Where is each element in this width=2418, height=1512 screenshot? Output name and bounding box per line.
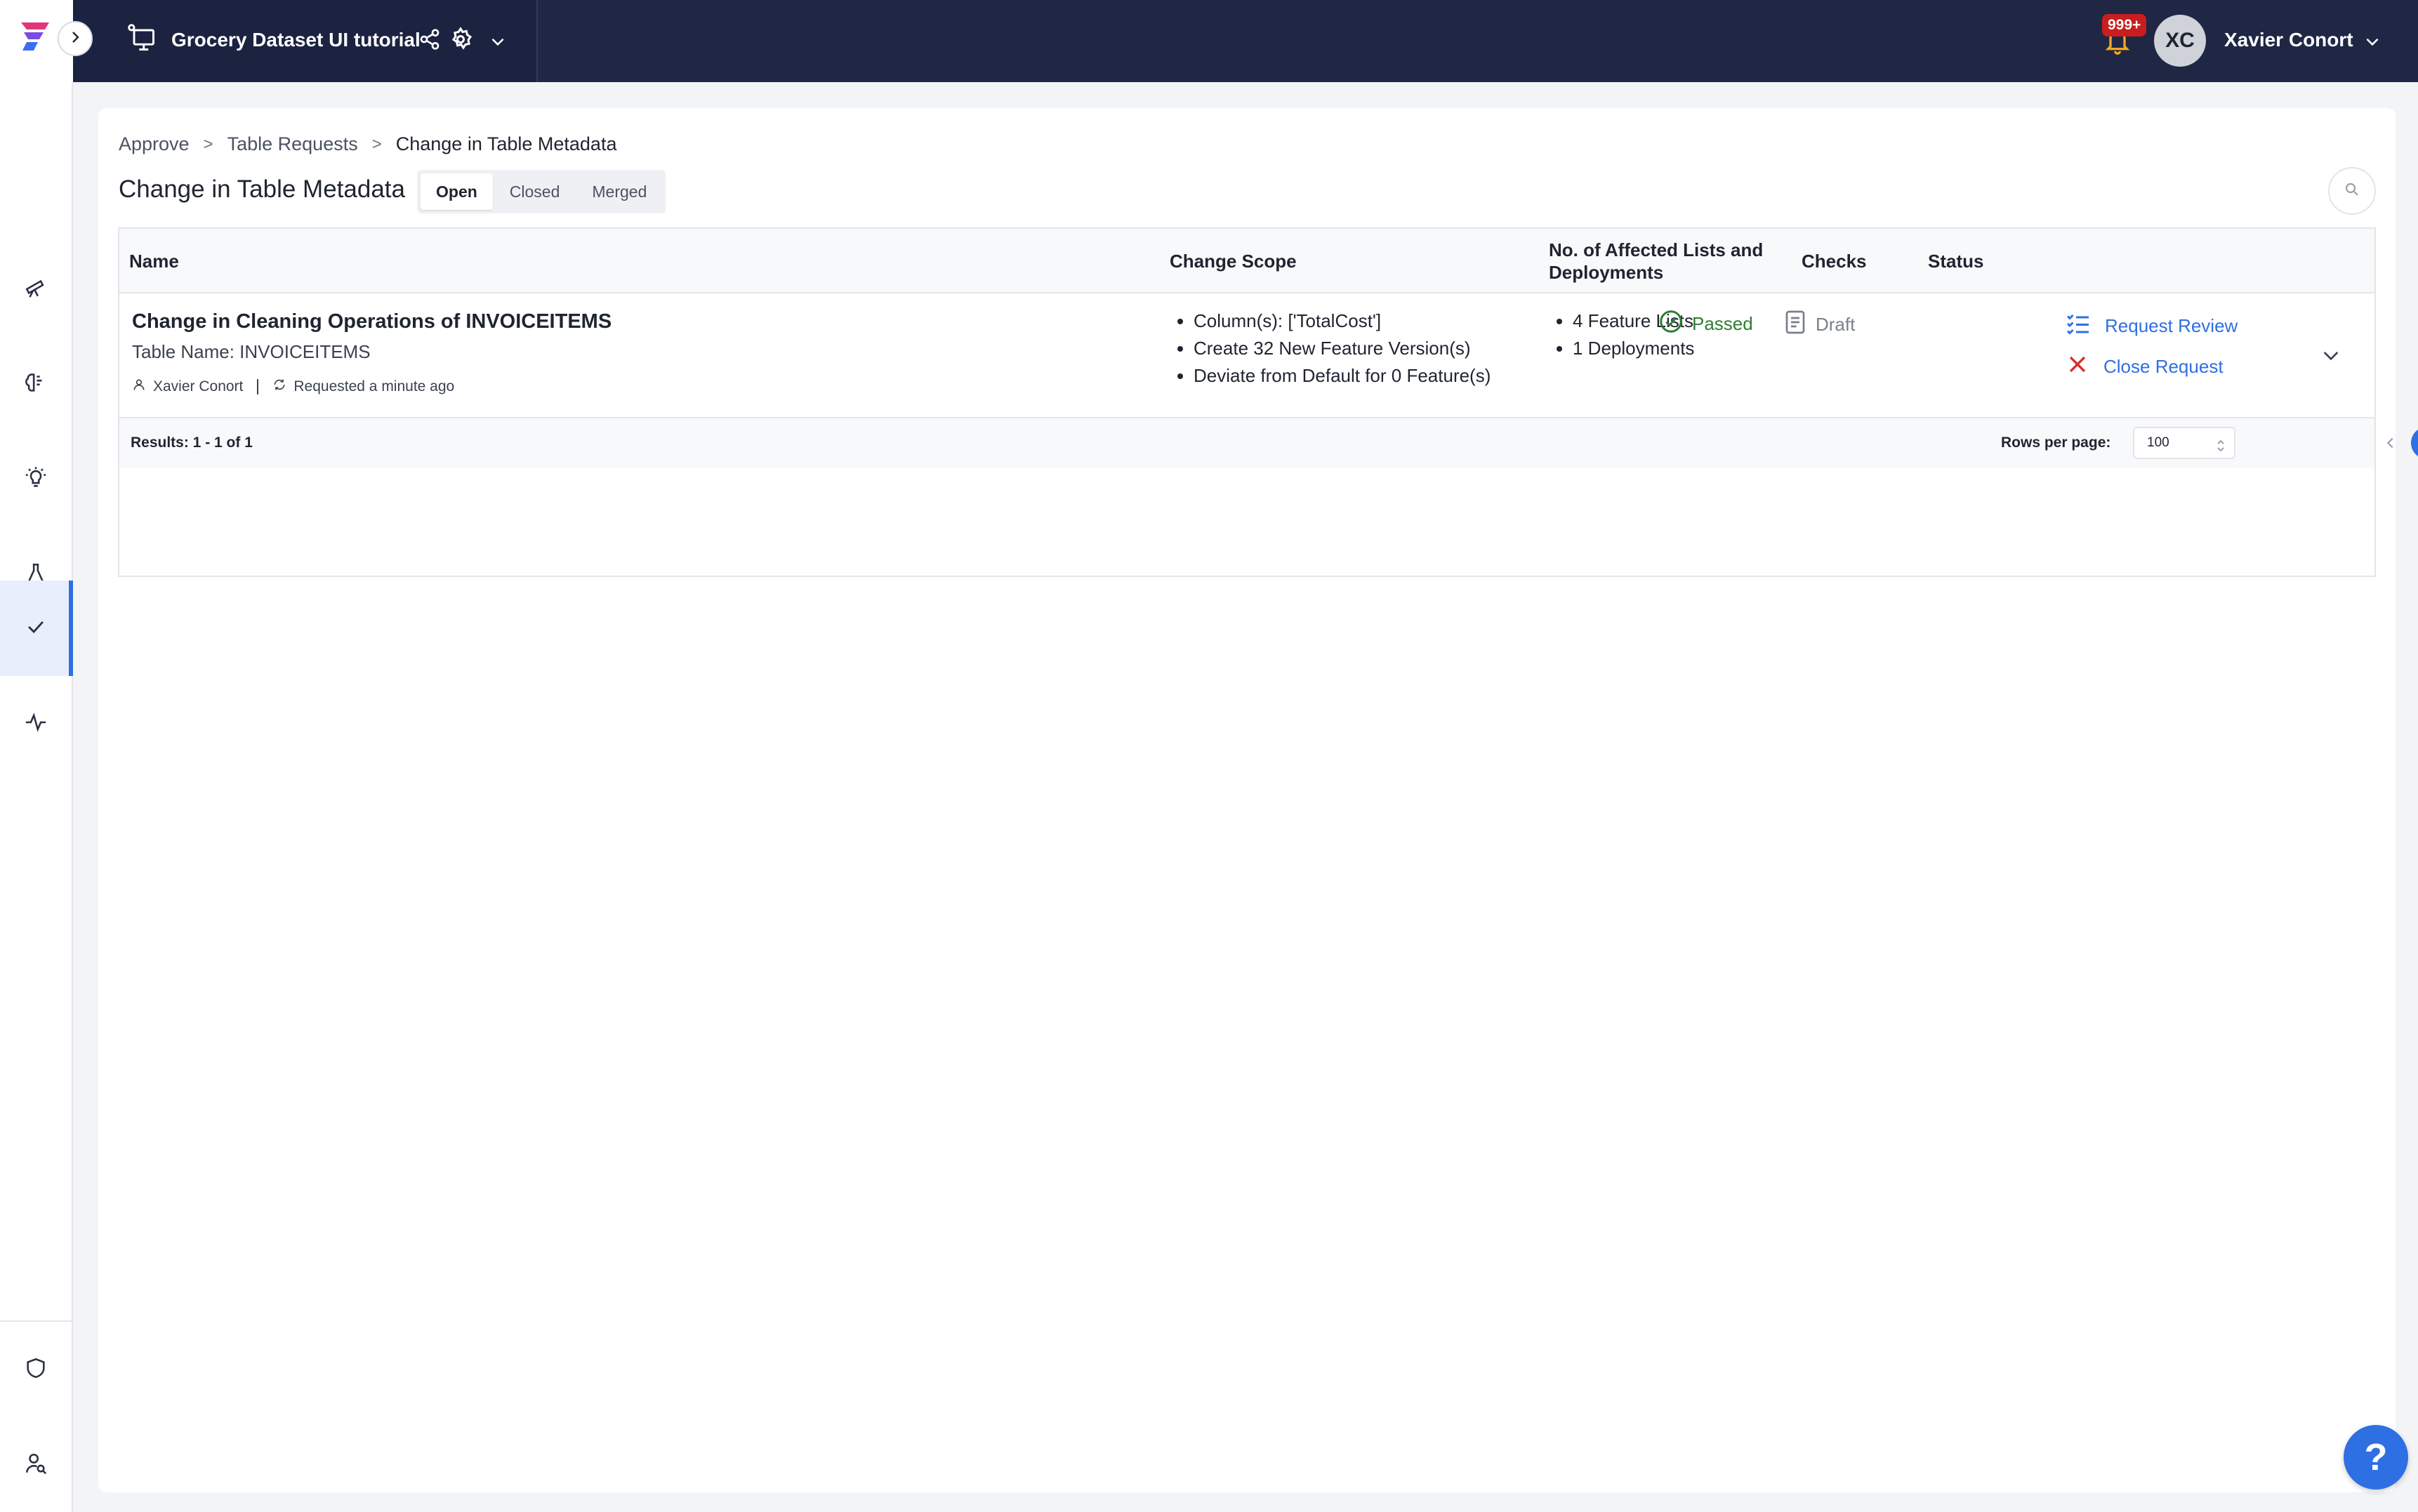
top-bar: Grocery Dataset UI tutorial 999+ XC Xavi… [0,0,2418,82]
status-label: Draft [1816,314,1856,335]
close-request-button[interactable]: Close Request [2066,352,2224,381]
user-name[interactable]: Xavier Conort [2224,0,2353,79]
breadcrumb-separator: > [203,134,213,154]
content-card: Approve > Table Requests > Change in Tab… [98,108,2418,1492]
meta-divider [257,379,259,394]
sidebar-item-approve[interactable] [0,581,73,676]
column-header-checks[interactable]: Checks [1802,250,1867,272]
notification-badge: 999+ [2102,14,2147,37]
brain-icon [24,371,48,398]
project-title: Grocery Dataset UI tutorial [171,29,421,51]
sidebar [0,82,73,1512]
column-header-change-scope[interactable]: Change Scope [1170,250,1297,272]
checks-label: Passed [1692,313,1753,334]
table-row[interactable]: Change in Cleaning Operations of INVOICE… [119,293,2374,418]
results-count: Results: 1 - 1 of 1 [131,435,253,451]
user-icon [132,378,146,396]
project-selector[interactable]: Grocery Dataset UI tutorial [73,0,538,82]
chevron-down-icon[interactable] [2363,32,2381,54]
chevron-down-icon[interactable] [489,32,507,54]
requested-time: Requested a minute ago [293,378,455,394]
request-name[interactable]: Change in Cleaning Operations of INVOICE… [132,310,612,333]
breadcrumb-item-table-requests[interactable]: Table Requests [227,133,358,155]
document-icon [1785,309,1806,340]
request-review-button[interactable]: Request Review [2066,312,2238,340]
share-icon[interactable] [418,28,441,54]
page-title: Change in Table Metadata [119,175,405,203]
requester-name: Xavier Conort [153,378,244,394]
checkmark-icon [24,615,48,642]
close-request-label: Close Request [2103,356,2224,377]
list-item: Deviate from Default for 0 Feature(s) [1194,362,1491,390]
monitor-icon [126,22,157,57]
lightbulb-icon [24,466,48,493]
help-button[interactable]: ? [2344,1425,2408,1490]
breadcrumb-separator: > [371,134,382,154]
request-status: Draft [1785,309,1855,340]
featurebyte-logo-icon[interactable] [15,17,55,60]
requests-table: Name Change Scope No. of Affected Lists … [118,227,2418,577]
column-header-affected[interactable]: No. of Affected Lists and Deployments [1549,239,1781,284]
breadcrumb: Approve > Table Requests > Change in Tab… [119,133,616,155]
checklist-icon [2066,312,2091,340]
activity-icon [24,710,48,738]
column-header-status[interactable]: Status [1928,250,1983,272]
tab-closed[interactable]: Closed [494,173,576,210]
check-circle-icon [1658,309,1684,339]
list-item: Create 32 New Feature Version(s) [1194,335,1491,362]
chevron-down-icon[interactable] [2320,344,2342,370]
table-header: Name Change Scope No. of Affected Lists … [119,229,2374,293]
request-meta: Xavier Conort Requested a minute ago [132,378,454,396]
tab-merged[interactable]: Merged [576,173,662,210]
sidebar-item-create[interactable] [0,336,72,432]
refresh-icon [272,378,286,396]
chevron-left-icon[interactable] [2383,434,2398,456]
telescope-icon [24,275,48,303]
sidebar-item-admin[interactable] [0,1322,72,1417]
rows-per-page-value: 100 [2147,435,2169,450]
rows-per-page-select[interactable]: 100 [2133,427,2235,459]
avatar[interactable]: XC [2154,15,2206,67]
column-header-name[interactable]: Name [129,250,179,272]
breadcrumb-item-approve[interactable]: Approve [119,133,190,155]
request-review-label: Request Review [2105,315,2238,336]
request-table-name: Table Name: INVOICEITEMS [132,341,371,362]
search-button[interactable] [2328,167,2376,215]
chevron-right-icon [67,29,84,49]
tab-open[interactable]: Open [421,173,493,210]
sidebar-item-discover[interactable] [0,241,72,336]
change-scope-list: Column(s): ['TotalCost'] Create 32 New F… [1168,307,1491,390]
user-search-icon [24,1452,48,1479]
close-icon [2066,352,2089,381]
table-footer: Results: 1 - 1 of 1 Rows per page: 100 1 [119,418,2418,467]
page-number-button[interactable]: 1 [2411,427,2418,459]
status-tabs: Open Closed Merged [417,170,666,213]
rows-per-page-label: Rows per page: [2001,435,2111,451]
search-icon [2344,181,2360,201]
shield-icon [24,1356,48,1384]
breadcrumb-item-current: Change in Table Metadata [395,133,617,154]
sidebar-item-users[interactable] [0,1417,72,1512]
checks-status: Passed [1658,309,1753,339]
list-item: Column(s): ['TotalCost'] [1194,307,1491,335]
sidebar-item-monitor[interactable] [0,676,72,771]
sidebar-toggle-button[interactable] [58,21,93,56]
select-arrows-icon [2216,435,2226,465]
sidebar-item-ideate[interactable] [0,432,72,527]
gear-icon[interactable] [448,27,473,55]
